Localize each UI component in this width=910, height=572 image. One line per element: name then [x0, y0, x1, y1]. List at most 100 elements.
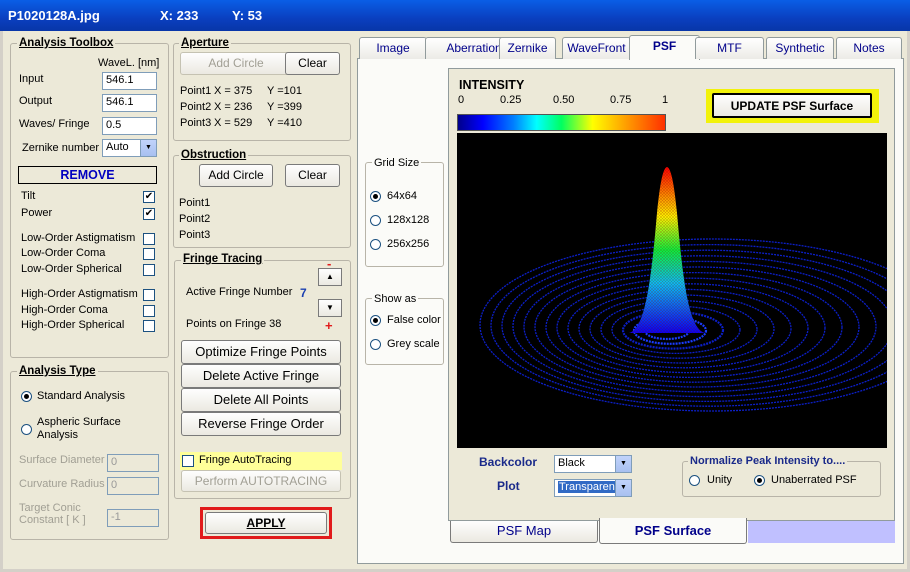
- plot-value: Transparent: [558, 481, 619, 493]
- intensity-tick-label: 0: [458, 94, 465, 106]
- tab-mtf[interactable]: MTF: [695, 37, 764, 59]
- term-checkbox-6[interactable]: [143, 305, 155, 317]
- term-checkbox-3[interactable]: [143, 248, 155, 260]
- surface-diameter-field[interactable]: 0: [107, 454, 159, 472]
- tab-zernike[interactable]: Zernike: [499, 37, 556, 59]
- obstruction-point-label: Point2: [179, 213, 211, 225]
- backcolor-value: Black: [558, 457, 585, 469]
- active-fringe-label: Active Fringe Number: [186, 286, 293, 298]
- grid-size-title: Grid Size: [372, 157, 422, 169]
- tab-psf[interactable]: PSF: [629, 35, 700, 60]
- aperture-point-label: Point2: [180, 101, 212, 113]
- intensity-tick-label: 0.75: [610, 94, 632, 106]
- term-checkbox-4[interactable]: [143, 264, 155, 276]
- aperture-point-y: Y =399: [267, 101, 302, 113]
- apply-button[interactable]: APPLY: [205, 512, 327, 534]
- chevron-down-icon[interactable]: ▼: [615, 480, 631, 496]
- normalize-label: Unaberrated PSF: [771, 474, 857, 486]
- aperture-point-label: Point1: [180, 85, 212, 97]
- term-checkbox-2[interactable]: [143, 233, 155, 245]
- target-conic-label-1: Target Conic: [19, 502, 81, 514]
- obstruction-point-label: Point1: [179, 197, 211, 209]
- tab-image[interactable]: Image: [359, 37, 427, 59]
- curvature-radius-label: Curvature Radius: [19, 478, 105, 490]
- show-as-title: Show as: [372, 293, 419, 305]
- analysis-type-title: Analysis Type: [17, 365, 98, 377]
- remove-button[interactable]: REMOVE: [18, 166, 157, 184]
- show-as-radio-0[interactable]: [370, 315, 381, 326]
- obstruction-add-circle-button[interactable]: Add Circle: [199, 164, 273, 187]
- fringe-down-button[interactable]: ▼: [318, 299, 342, 317]
- fringe-tracing-title: Fringe Tracing: [181, 253, 265, 265]
- tab-wavefront[interactable]: WaveFront: [562, 37, 631, 59]
- term-label-3: Low-Order Coma: [21, 247, 106, 259]
- delete-all-points-button[interactable]: Delete All Points: [181, 388, 341, 412]
- plot-select[interactable]: Transparent ▼: [554, 479, 632, 497]
- standard-analysis-radio[interactable]: [21, 391, 32, 402]
- term-checkbox-7[interactable]: [143, 320, 155, 332]
- target-conic-field[interactable]: -1: [107, 509, 159, 527]
- aspheric-analysis-label-2: Analysis: [37, 429, 78, 441]
- grid-size-radio-256x256[interactable]: [370, 239, 381, 250]
- zernike-number-select[interactable]: Auto ▼: [102, 139, 157, 157]
- fringe-up-button[interactable]: ▲: [318, 268, 342, 286]
- fringe-autotracing-checkbox[interactable]: [182, 455, 194, 467]
- curvature-radius-field[interactable]: 0: [107, 477, 159, 495]
- output-wavelength-field[interactable]: 546.1: [102, 94, 157, 112]
- intensity-tick-label: 0.25: [500, 94, 522, 106]
- input-wavelength-field[interactable]: 546.1: [102, 72, 157, 90]
- plot-label: Plot: [497, 479, 520, 493]
- aspheric-analysis-label-1: Aspheric Surface: [37, 416, 121, 428]
- obstruction-clear-button[interactable]: Clear: [285, 164, 340, 187]
- target-conic-label-2: Constant [ K ]: [19, 514, 86, 526]
- term-checkbox-0[interactable]: ✔: [143, 191, 155, 203]
- normalize-radio-1[interactable]: [754, 475, 765, 486]
- normalize-title: Normalize Peak Intensity to....: [688, 455, 848, 467]
- normalize-radio-0[interactable]: [689, 475, 700, 486]
- aperture-title: Aperture: [179, 37, 231, 49]
- normalize-label: Unity: [707, 474, 733, 486]
- zernike-number-value: Auto: [106, 141, 129, 153]
- title-bar: P1020128A.jpg X: 233 Y: 53: [0, 0, 910, 31]
- reverse-fringe-order-button[interactable]: Reverse Fringe Order: [181, 412, 341, 436]
- term-label-1: Power: [21, 207, 53, 219]
- chevron-down-icon[interactable]: ▼: [140, 140, 156, 156]
- chevron-down-icon[interactable]: ▼: [615, 456, 631, 472]
- aperture-point-x: X = 236: [214, 101, 253, 113]
- waves-per-fringe-field[interactable]: 0.5: [102, 117, 157, 135]
- intensity-tick-label: 1: [662, 94, 669, 106]
- aperture-point-label: Point3: [180, 117, 212, 129]
- aspheric-analysis-radio[interactable]: [21, 424, 32, 435]
- active-fringe-number: 7: [300, 286, 307, 300]
- update-psf-surface-button[interactable]: UPDATE PSF Surface: [712, 93, 872, 118]
- analysis-toolbox-title: Analysis Toolbox: [17, 37, 116, 49]
- grid-size-radio-64x64[interactable]: [370, 191, 381, 202]
- tab-notes[interactable]: Notes: [836, 37, 902, 59]
- term-label-0: Tilt: [21, 190, 36, 202]
- delete-active-fringe-button[interactable]: Delete Active Fringe: [181, 364, 341, 388]
- backcolor-label: Backcolor: [479, 455, 538, 469]
- term-checkbox-5[interactable]: [143, 289, 155, 301]
- intensity-tick-label: 0.50: [553, 94, 575, 106]
- perform-autotracing-button[interactable]: Perform AUTOTRACING: [181, 470, 341, 492]
- grid-size-label: 256x256: [387, 238, 430, 250]
- aperture-clear-button[interactable]: Clear: [285, 52, 340, 75]
- points-on-fringe-label: Points on Fringe 38: [186, 318, 282, 330]
- grid-size-label: 128x128: [387, 214, 430, 226]
- aperture-add-circle-button[interactable]: Add Circle: [180, 52, 292, 75]
- optimize-fringe-points-button[interactable]: Optimize Fringe Points: [181, 340, 341, 364]
- cursor-y-readout: Y: 53: [232, 8, 263, 23]
- term-label-4: Low-Order Spherical: [21, 263, 122, 275]
- waves-per-fringe-label: Waves/ Fringe: [19, 118, 90, 130]
- obstruction-point-label: Point3: [179, 229, 211, 241]
- show-as-radio-1[interactable]: [370, 339, 381, 350]
- term-checkbox-1[interactable]: ✔: [143, 208, 155, 220]
- obstruction-title: Obstruction: [179, 149, 249, 161]
- grid-size-label: 64x64: [387, 190, 417, 202]
- backcolor-select[interactable]: Black ▼: [554, 455, 632, 473]
- tab-psf-surface[interactable]: PSF Surface: [599, 518, 747, 544]
- term-label-5: High-Order Astigmatism: [21, 288, 138, 300]
- tab-psf-map[interactable]: PSF Map: [450, 521, 598, 543]
- tab-synthetic[interactable]: Synthetic: [766, 37, 834, 59]
- grid-size-radio-128x128[interactable]: [370, 215, 381, 226]
